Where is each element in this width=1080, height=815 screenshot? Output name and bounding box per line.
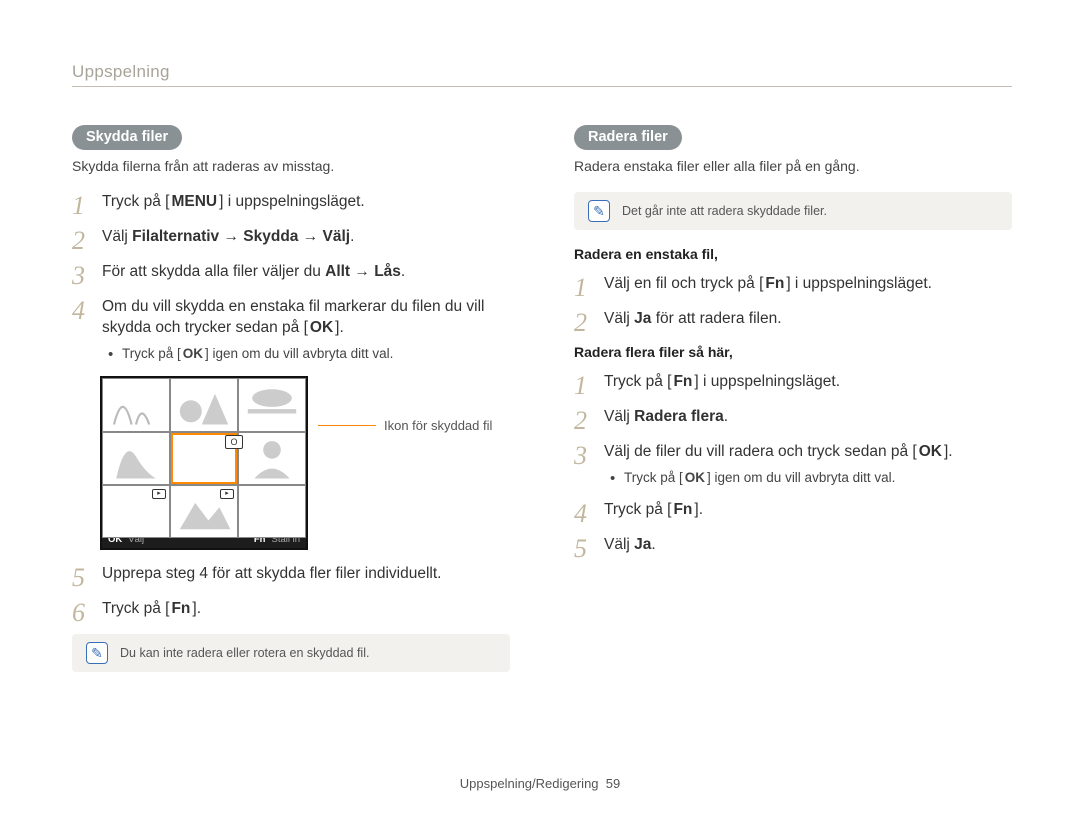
right-b-step-2: Välj Radera flera. <box>574 407 1012 428</box>
left-step-3: För att skydda alla filer väljer du Allt… <box>72 262 510 283</box>
video-icon: ▸ <box>152 489 166 499</box>
protect-files-heading: Skydda filer <box>72 125 182 150</box>
breadcrumb: Uppspelning <box>72 62 1012 87</box>
right-b-step-3: Välj de filer du vill radera och tryck s… <box>574 442 1012 486</box>
lock-icon: O <box>225 435 243 449</box>
thumb <box>238 432 306 485</box>
left-step-2: Välj Filalternativ → Skydda → Välj. <box>72 227 510 248</box>
left-step-4: Om du vill skydda en enstaka fil markera… <box>72 297 510 362</box>
thumb <box>238 485 306 538</box>
callout: Ikon för skyddad fil <box>318 418 492 433</box>
delete-many-heading: Radera flera filer så här, <box>574 344 1012 360</box>
delete-subtitle: Radera enstaka filer eller alla filer på… <box>574 158 1012 174</box>
right-b-step-3-bullet: Tryck på [OK] igen om du vill avbryta di… <box>604 469 1012 487</box>
left-step-1: Tryck på [MENU] i uppspelningsläget. <box>72 192 510 213</box>
footer-page-number: 59 <box>606 776 620 791</box>
right-b-step-4: Tryck på [Fn]. <box>574 500 1012 521</box>
thumb: ▸ <box>102 485 170 538</box>
delete-one-heading: Radera en enstaka fil, <box>574 246 1012 262</box>
left-step-6: Tryck på [Fn]. <box>72 599 510 620</box>
callout-line <box>318 425 376 426</box>
menu-icon: MENU <box>169 192 219 213</box>
left-column: Skydda filer Skydda filerna från att rad… <box>72 125 510 688</box>
note-box: ✎ Det går inte att radera skyddade filer… <box>574 192 1012 230</box>
note-text: Du kan inte radera eller rotera en skydd… <box>120 646 369 660</box>
thumb: ▸ <box>170 485 238 538</box>
right-b-step-1: Tryck på [Fn] i uppspelningsläget. <box>574 372 1012 393</box>
left-step-4-bullet: Tryck på [OK] igen om du vill avbryta di… <box>102 345 510 363</box>
callout-label: Ikon för skyddad fil <box>384 418 492 433</box>
fn-icon: Fn <box>169 599 192 620</box>
footer-section: Uppspelning/Redigering <box>460 776 599 791</box>
ok-icon: OK <box>181 345 205 363</box>
right-b-step-5: Välj Ja. <box>574 535 1012 556</box>
ok-icon: OK <box>917 442 944 463</box>
note-icon: ✎ <box>86 642 108 664</box>
thumb <box>238 378 306 431</box>
fn-icon: Fn <box>671 500 694 521</box>
video-icon: ▸ <box>220 489 234 499</box>
right-column: Radera filer Radera enstaka filer eller … <box>574 125 1012 688</box>
note-box: ✎ Du kan inte radera eller rotera en sky… <box>72 634 510 672</box>
ok-icon: OK <box>308 318 335 339</box>
right-a-step-1: Välj en fil och tryck på [Fn] i uppspeln… <box>574 274 1012 295</box>
thumb-selected: O <box>170 432 238 485</box>
camera-screen-mock: O ▸ ▸ ‹ 30 31 1 2 › <box>100 376 308 550</box>
right-a-step-2: Välj Ja för att radera filen. <box>574 309 1012 330</box>
thumb <box>102 378 170 431</box>
thumb <box>102 432 170 485</box>
ok-icon: OK <box>683 469 707 487</box>
note-icon: ✎ <box>588 200 610 222</box>
note-text: Det går inte att radera skyddade filer. <box>622 204 827 218</box>
fn-icon: Fn <box>671 372 694 393</box>
page-footer: Uppspelning/Redigering 59 <box>0 776 1080 791</box>
delete-files-heading: Radera filer <box>574 125 682 150</box>
fn-icon: Fn <box>763 274 786 295</box>
protect-subtitle: Skydda filerna från att raderas av misst… <box>72 158 510 174</box>
thumb <box>170 378 238 431</box>
left-step-5: Upprepa steg 4 för att skydda fler filer… <box>72 564 510 585</box>
